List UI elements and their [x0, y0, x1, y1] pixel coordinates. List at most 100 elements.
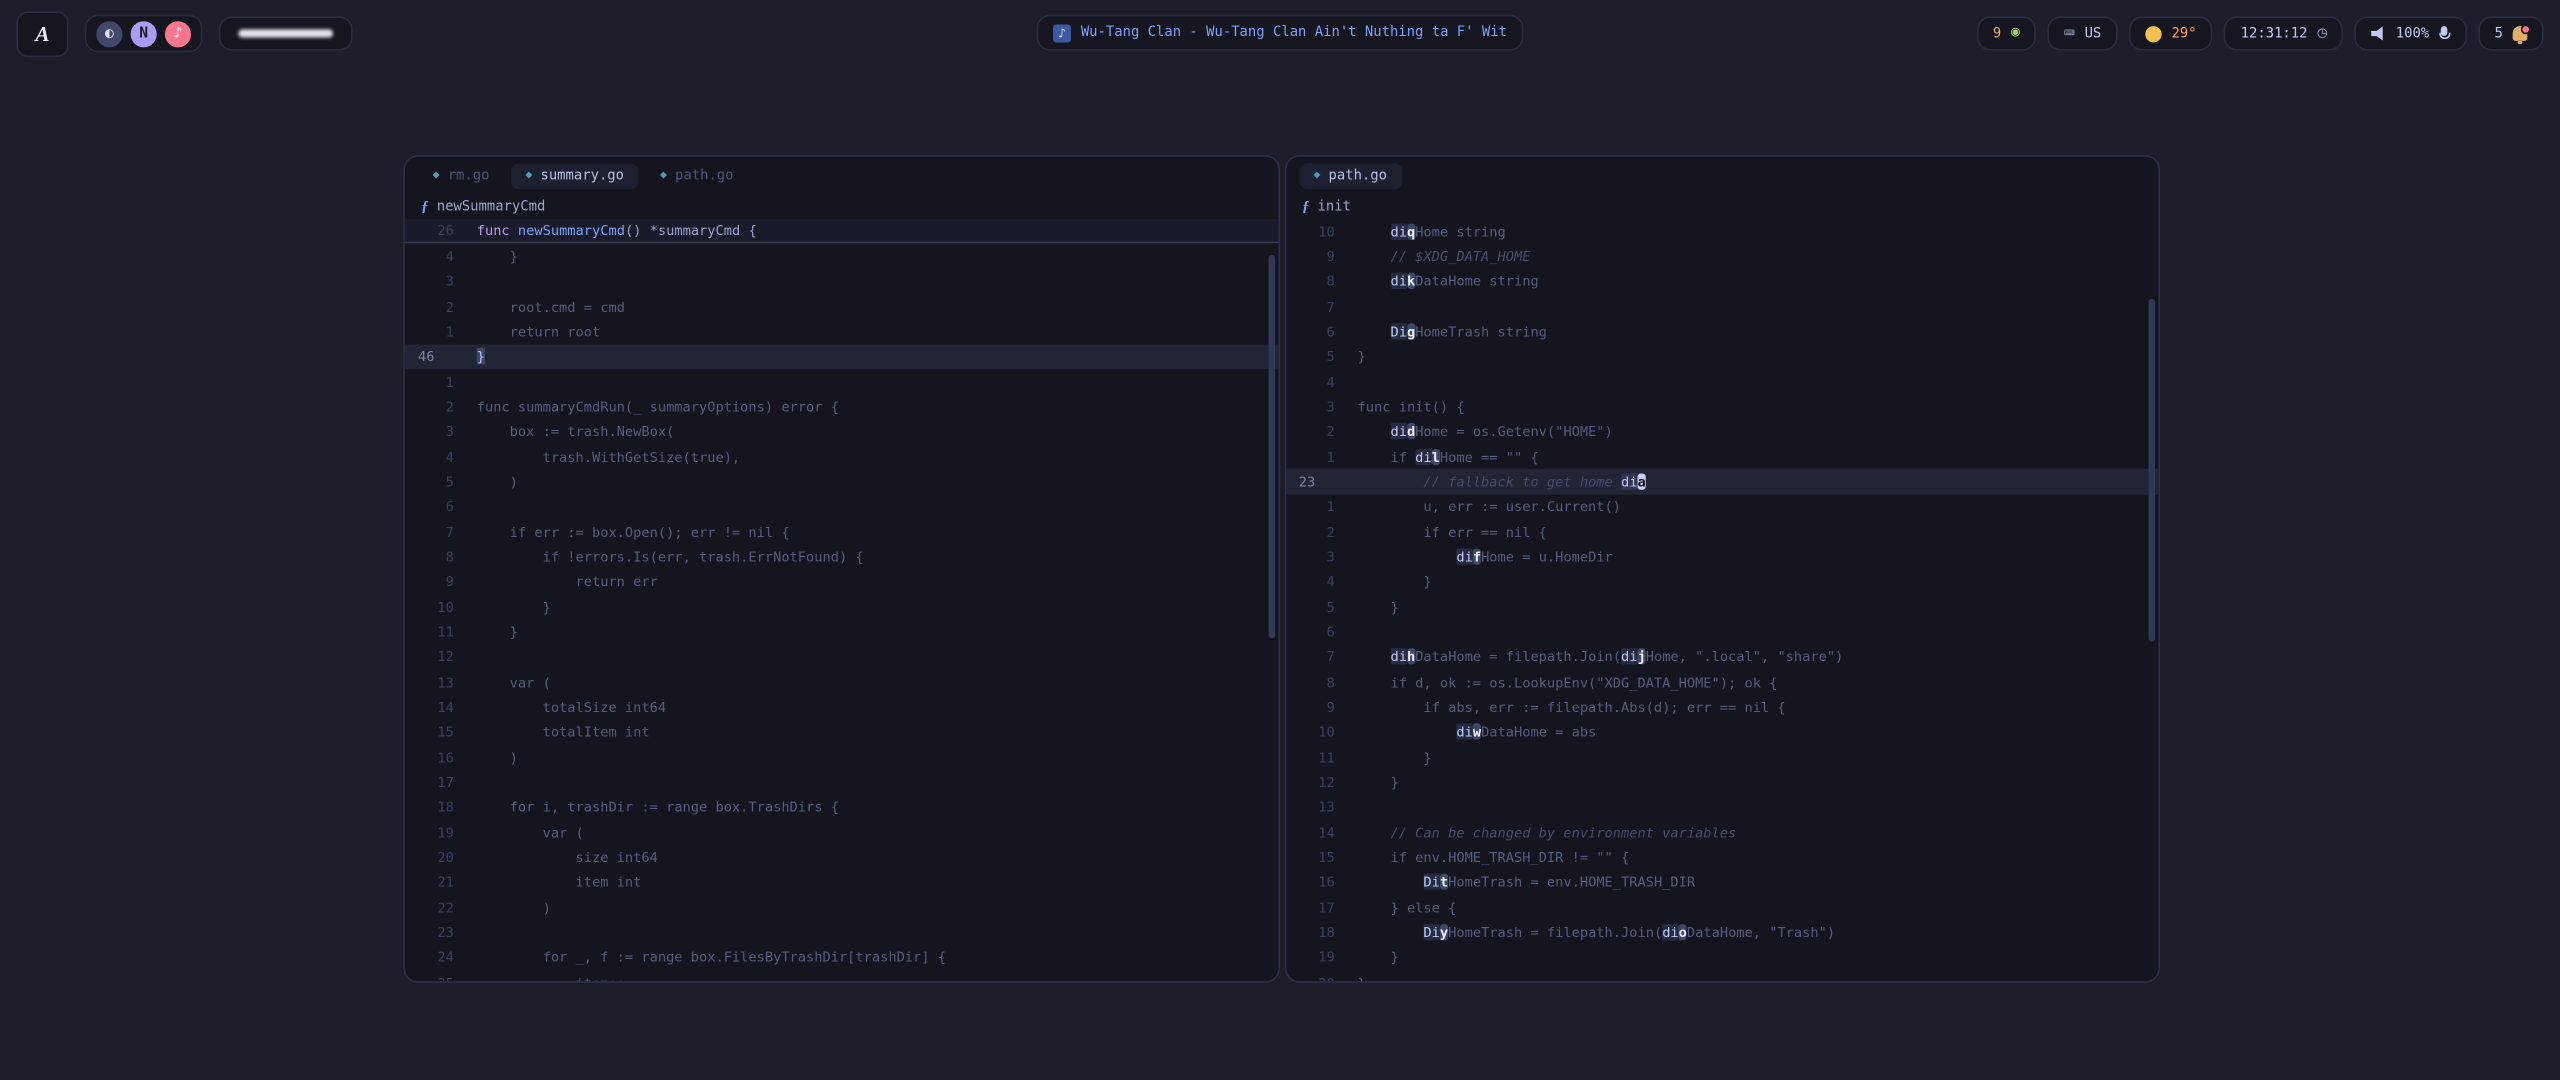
code-line[interactable]: 15 totalItem int [405, 719, 1278, 744]
code-line[interactable]: 4 trash.WithGetSize(true), [405, 444, 1278, 469]
editor-pane-right: ◆path.go ƒ init 10 diqHome string9 // $X… [1284, 155, 2160, 983]
code-line[interactable]: 4 } [405, 244, 1278, 269]
line-number: 10 [1299, 724, 1335, 740]
code-line[interactable]: 5} [1286, 344, 2159, 369]
code-line[interactable]: 8 if !errors.Is(err, trash.ErrNotFound) … [405, 544, 1278, 569]
code-line[interactable]: 23 // fallback to get home dia [1286, 469, 2159, 494]
code-line[interactable]: 15 if env.HOME_TRASH_DIR != "" { [1286, 844, 2159, 869]
code-line[interactable]: 24 for _, f := range box.FilesByTrashDir… [405, 945, 1278, 970]
line-number: 5 [1299, 348, 1335, 364]
code-line[interactable]: 46} [405, 344, 1278, 369]
line-number: 4 [418, 248, 454, 264]
notifications-widget[interactable]: 5 [2478, 16, 2544, 50]
line-number: 2 [1299, 423, 1335, 439]
line-number: 11 [1299, 749, 1335, 765]
code-line[interactable]: 5 } [1286, 594, 2159, 619]
code-line[interactable]: 13 var ( [405, 669, 1278, 694]
code-line[interactable]: 7 [1286, 294, 2159, 319]
code-line[interactable]: 10 } [405, 594, 1278, 619]
code-line[interactable]: 19 } [1286, 945, 2159, 970]
updates-widget[interactable]: 9 ◉ [1977, 16, 2037, 50]
line-number: 5 [418, 473, 454, 489]
code-line[interactable]: 1 [405, 369, 1278, 394]
code-line[interactable]: 14 totalSize int64 [405, 694, 1278, 719]
code-line[interactable]: 9 return err [405, 569, 1278, 594]
now-playing-widget[interactable]: ♪ Wu-Tang Clan - Wu-Tang Clan Ain't Nuth… [1037, 15, 1524, 51]
code-line[interactable]: 6 [405, 494, 1278, 519]
scrollbar-left[interactable] [1268, 255, 1275, 639]
code-line[interactable]: 22 ) [405, 894, 1278, 919]
code-line[interactable]: 2 didHome = os.Getenv("HOME") [1286, 419, 2159, 444]
code-line[interactable]: 8 dikDataHome string [1286, 269, 2159, 294]
code-line[interactable]: 4 } [1286, 569, 2159, 594]
code-line[interactable]: 20 size int64 [405, 844, 1278, 869]
speaker-icon [2371, 26, 2386, 41]
code-line[interactable]: 19 var ( [405, 819, 1278, 844]
code-line[interactable]: 10 diqHome string [1286, 219, 2159, 244]
keyboard-layout-widget[interactable]: ⌨ US [2048, 16, 2118, 50]
line-number: 7 [418, 523, 454, 539]
code-line[interactable]: 8 if d, ok := os.LookupEnv("XDG_DATA_HOM… [1286, 669, 2159, 694]
code-line[interactable]: 11 } [1286, 744, 2159, 769]
code-line[interactable]: 3 box := trash.NewBox( [405, 419, 1278, 444]
go-file-icon: ◆ [525, 170, 532, 181]
weather-widget[interactable]: 29° [2129, 16, 2213, 50]
workspace-icon-3[interactable]: ♪ [165, 20, 191, 46]
code-line[interactable]: 11 } [405, 619, 1278, 644]
code-line[interactable]: 3 [405, 269, 1278, 294]
code-line[interactable]: 18 DiyHomeTrash = filepath.Join(dioDataH… [1286, 919, 2159, 944]
code-line[interactable]: 1 u, err := user.Current() [1286, 494, 2159, 519]
code-line[interactable]: 1 return root [405, 319, 1278, 344]
code-line[interactable]: 6 DigHomeTrash string [1286, 319, 2159, 344]
editor-window: ◆rm.go◆summary.go◆path.go ƒ newSummaryCm… [403, 155, 2160, 983]
workspace-icon-1[interactable]: ◐ [96, 20, 122, 46]
code-line[interactable]: 18 for i, trashDir := range box.TrashDir… [405, 794, 1278, 819]
go-file-icon: ◆ [433, 170, 440, 181]
clock-widget[interactable]: 12:31:12 ◷ [2224, 16, 2343, 50]
editor-pane-left: ◆rm.go◆summary.go◆path.go ƒ newSummaryCm… [403, 155, 1279, 983]
tab-path.go[interactable]: ◆path.go [1299, 162, 1402, 188]
tab-summary.go[interactable]: ◆summary.go [511, 162, 639, 188]
code-line[interactable]: 6 [1286, 619, 2159, 644]
top-bar: A ◐ N ♪ ♪ Wu-Tang Clan - Wu-Tang Clan Ai… [0, 0, 2560, 69]
code-line[interactable]: 12 } [1286, 769, 2159, 794]
code-area-right[interactable]: 10 diqHome string9 // $XDG_DATA_HOME8 di… [1286, 219, 2159, 981]
code-line[interactable]: 9 if abs, err := filepath.Abs(d); err ==… [1286, 694, 2159, 719]
code-line[interactable]: 14 // Can be changed by environment vari… [1286, 819, 2159, 844]
code-line[interactable]: 3func init() { [1286, 394, 2159, 419]
tab-rm.go[interactable]: ◆rm.go [418, 162, 504, 188]
line-number: 10 [1299, 223, 1335, 239]
code-line[interactable]: 4 [1286, 369, 2159, 394]
code-line[interactable]: 2func summaryCmdRun(_ summaryOptions) er… [405, 394, 1278, 419]
code-line[interactable]: 13 [1286, 794, 2159, 819]
active-window-title[interactable] [219, 16, 353, 50]
scrollbar-right[interactable] [2149, 299, 2156, 642]
line-number: 8 [418, 548, 454, 564]
context-line[interactable]: 26func newSummaryCmd() *summaryCmd { [405, 219, 1278, 244]
tab-path.go[interactable]: ◆path.go [645, 162, 748, 188]
code-line[interactable]: 1 if dilHome == "" { [1286, 444, 2159, 469]
code-line[interactable]: 21 item int [405, 869, 1278, 894]
code-line[interactable]: 17 } else { [1286, 894, 2159, 919]
code-line[interactable]: 10 diwDataHome = abs [1286, 719, 2159, 744]
line-number: 6 [418, 498, 454, 514]
code-line[interactable]: 12 [405, 644, 1278, 669]
code-line[interactable]: 16 ) [405, 744, 1278, 769]
code-line[interactable]: 20} [1286, 970, 2159, 982]
code-line[interactable]: 5 ) [405, 469, 1278, 494]
kb-layout-label: US [2085, 25, 2102, 41]
code-line[interactable]: 2 root.cmd = cmd [405, 294, 1278, 319]
code-area-left[interactable]: 26func newSummaryCmd() *summaryCmd {4 }3… [405, 219, 1278, 981]
code-line[interactable]: 3 difHome = u.HomeDir [1286, 544, 2159, 569]
code-line[interactable]: 2 if err == nil { [1286, 519, 2159, 544]
code-line[interactable]: 17 [405, 769, 1278, 794]
launcher-button[interactable]: A [16, 11, 68, 57]
code-line[interactable]: 16 DitHomeTrash = env.HOME_TRASH_DIR [1286, 869, 2159, 894]
code-line[interactable]: 7 dihDataHome = filepath.Join(dijHome, "… [1286, 644, 2159, 669]
volume-widget[interactable]: 100% [2355, 16, 2467, 50]
workspace-icon-2[interactable]: N [131, 20, 157, 46]
code-line[interactable]: 7 if err := box.Open(); err != nil { [405, 519, 1278, 544]
code-line[interactable]: 23 [405, 919, 1278, 944]
code-line[interactable]: 9 // $XDG_DATA_HOME [1286, 244, 2159, 269]
code-line[interactable]: 25 item++ [405, 970, 1278, 982]
